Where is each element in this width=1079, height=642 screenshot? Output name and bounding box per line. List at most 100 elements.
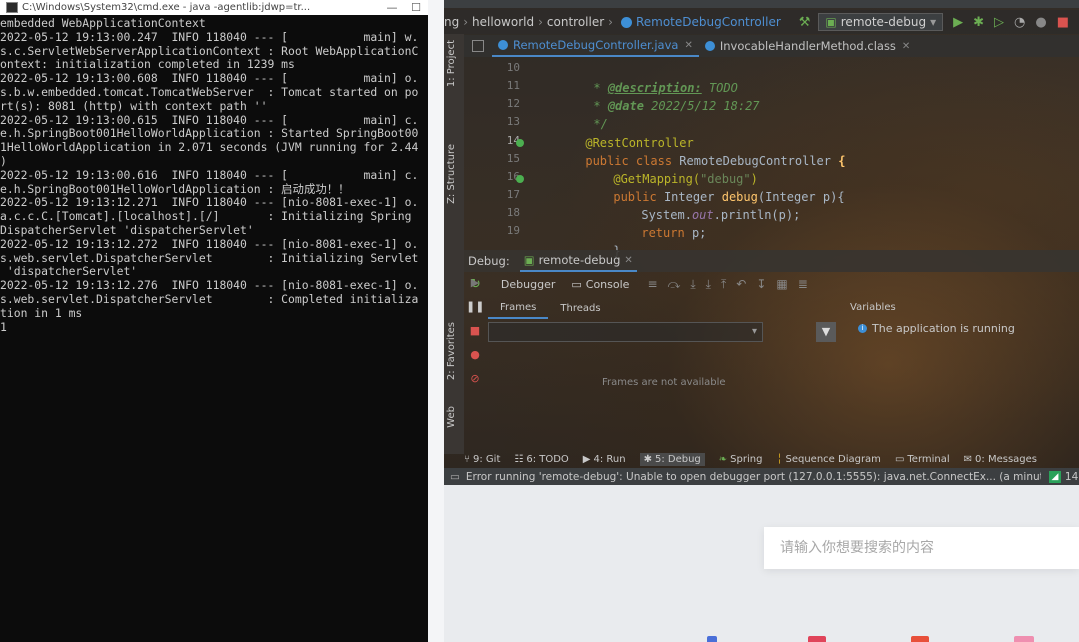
code-line: public Integer debug(Integer p){ bbox=[613, 190, 845, 204]
console-tab-label: Console bbox=[585, 277, 630, 291]
tool-label: Sequence Diagram bbox=[785, 453, 881, 465]
tool-sequence-diagram[interactable]: ╎ Sequence Diagram bbox=[776, 454, 880, 465]
debug-session-tab[interactable]: ▣ remote-debug ✕ bbox=[519, 250, 637, 272]
footer-icon[interactable] bbox=[911, 636, 929, 642]
ide-window[interactable]: ng › helloworld › controller › RemoteDeb… bbox=[444, 0, 1079, 485]
status-message[interactable]: Error running 'remote-debug': Unable to … bbox=[466, 471, 1041, 483]
line-number: 19 bbox=[506, 224, 520, 237]
step-out-icon[interactable]: ⤒ bbox=[721, 277, 726, 292]
tool-spring[interactable]: ❧ Spring bbox=[719, 454, 763, 465]
console-line: 1 bbox=[0, 319, 7, 334]
breadcrumb-item[interactable]: controller bbox=[547, 15, 604, 29]
close-icon[interactable]: ✕ bbox=[684, 40, 692, 51]
tab-label: RemoteDebugController.java bbox=[513, 38, 679, 52]
search-input[interactable] bbox=[778, 539, 1072, 557]
console-line: e.h.SpringBoot001HelloWorldApplication :… bbox=[0, 181, 350, 196]
tab-frames[interactable]: Frames bbox=[488, 297, 549, 319]
left-tool-strip: 1: Project Z: Structure 2: Favorites Web bbox=[444, 34, 464, 454]
console-line: 2022-05-12 19:13:12.276 INFO 118040 --- … bbox=[0, 278, 419, 293]
tool-git[interactable]: ⑂ 9: Git bbox=[464, 454, 500, 465]
bean-icon[interactable] bbox=[516, 139, 524, 147]
build-hammer-icon[interactable]: ⚒ bbox=[799, 15, 811, 30]
footer-icon[interactable] bbox=[707, 636, 717, 642]
chevron-down-icon: ▾ bbox=[930, 15, 937, 29]
run-icon[interactable]: ▶ bbox=[953, 15, 963, 30]
resume-icon[interactable]: ▶ bbox=[466, 276, 484, 300]
tab-remotedebugcontroller[interactable]: RemoteDebugController.java ✕ bbox=[492, 35, 699, 57]
side-tab-structure[interactable]: Z: Structure bbox=[446, 144, 457, 204]
tab-debugger[interactable]: Debugger bbox=[493, 278, 563, 291]
trace-icon[interactable]: ≣ bbox=[798, 277, 808, 291]
thread-select[interactable]: ▾ bbox=[488, 322, 763, 342]
step-over-icon[interactable]: ⤼ bbox=[668, 277, 681, 292]
todo-icon: ☷ bbox=[514, 453, 524, 465]
chevron-right-icon: › bbox=[463, 15, 469, 29]
tool-debug[interactable]: ✱ 5: Debug bbox=[639, 452, 705, 466]
show-execution-point-icon[interactable]: ≡ bbox=[647, 277, 657, 291]
line-number: 17 bbox=[506, 188, 520, 201]
view-breakpoints-icon[interactable]: ● bbox=[466, 348, 484, 372]
code-line: public class RemoteDebugController { bbox=[585, 154, 846, 168]
status-toggle-icon[interactable]: ▭ bbox=[450, 471, 460, 483]
console-line: 2022-05-12 19:13:00.615 INFO 118040 --- … bbox=[0, 112, 419, 127]
side-tab-favorites[interactable]: 2: Favorites bbox=[446, 322, 457, 380]
breadcrumb-item[interactable]: RemoteDebugController bbox=[636, 15, 781, 29]
git-icon: ⑂ bbox=[464, 453, 470, 465]
minimize-icon[interactable]: — bbox=[380, 1, 404, 14]
run-to-cursor-icon[interactable]: ↧ bbox=[756, 277, 766, 291]
step-into-icon[interactable]: ⤓ bbox=[690, 277, 695, 292]
class-icon bbox=[704, 41, 715, 51]
mute-breakpoints-icon[interactable]: ⊘ bbox=[466, 372, 484, 396]
debug-label: Debug: bbox=[468, 254, 510, 268]
search-box bbox=[764, 527, 1079, 569]
chevron-right-icon: › bbox=[538, 15, 543, 29]
tab-list-icon[interactable] bbox=[472, 40, 484, 52]
editor-gutter[interactable]: 10 11 12 13 14 15 16 17 18 19 bbox=[464, 57, 540, 250]
tab-threads[interactable]: Threads bbox=[548, 297, 612, 319]
endpoint-icon[interactable] bbox=[516, 175, 524, 183]
code-line: @GetMapping("debug") bbox=[613, 172, 758, 186]
attach-icon[interactable]: ● bbox=[1035, 15, 1046, 30]
code-editor[interactable]: * @description: TODO * @date 2022/5/12 1… bbox=[542, 57, 1079, 258]
filter-icon[interactable]: ▼ bbox=[816, 322, 836, 342]
cmd-titlebar[interactable]: C:\Windows\System32\cmd.exe - java -agen… bbox=[0, 0, 428, 15]
close-icon[interactable]: ✕ bbox=[624, 255, 632, 266]
footer-icon[interactable] bbox=[808, 636, 826, 642]
stop-icon[interactable]: ■ bbox=[466, 324, 484, 348]
tool-terminal[interactable]: ▭ Terminal bbox=[895, 454, 950, 465]
evaluate-icon[interactable]: ▦ bbox=[776, 277, 787, 291]
breadcrumb-item[interactable]: helloworld bbox=[472, 15, 534, 29]
console-line: 2022-05-12 19:13:00.608 INFO 118040 --- … bbox=[0, 71, 419, 86]
tool-run[interactable]: ▶ 4: Run bbox=[583, 454, 626, 465]
tab-console[interactable]: ▭ Console bbox=[563, 278, 637, 291]
breadcrumb-item[interactable]: ng bbox=[444, 15, 459, 29]
maximize-icon[interactable]: ☐ bbox=[404, 1, 428, 14]
tool-messages[interactable]: ✉ 0: Messages bbox=[964, 454, 1037, 465]
tab-invocablehandlermethod[interactable]: InvocableHandlerMethod.class ✕ bbox=[699, 35, 916, 57]
run-config-select[interactable]: ▣ remote-debug ▾ bbox=[818, 13, 944, 31]
tool-label: 9: Git bbox=[473, 453, 501, 465]
console-output[interactable]: embedded WebApplicationContext 2022-05-12… bbox=[0, 16, 428, 334]
profile-icon[interactable]: ◔ bbox=[1014, 15, 1025, 30]
side-tab-web[interactable]: Web bbox=[446, 406, 457, 428]
stop-icon[interactable]: ■ bbox=[1057, 15, 1069, 30]
console-line: 2022-05-12 19:13:00.616 INFO 118040 --- … bbox=[0, 167, 419, 182]
footer-icon[interactable] bbox=[1014, 636, 1034, 642]
menu-bar[interactable] bbox=[444, 0, 1079, 8]
event-log-icon[interactable]: ◢ bbox=[1048, 470, 1061, 483]
console-line: embedded WebApplicationContext bbox=[0, 16, 206, 30]
cmd-window[interactable]: C:\Windows\System32\cmd.exe - java -agen… bbox=[0, 0, 428, 642]
close-icon[interactable]: ✕ bbox=[902, 41, 910, 52]
debug-bug-icon[interactable]: ✱ bbox=[973, 15, 984, 30]
pause-icon[interactable]: ❚❚ bbox=[466, 300, 484, 324]
console-line: ) bbox=[0, 153, 7, 168]
console-line: 2022-05-12 19:13:12.272 INFO 118040 --- … bbox=[0, 236, 419, 251]
side-tab-project[interactable]: 1: Project bbox=[446, 40, 457, 87]
console-line: e.h.SpringBoot001HelloWorldApplication :… bbox=[0, 126, 419, 141]
force-step-into-icon[interactable]: ⤓ bbox=[706, 277, 711, 292]
code-line: * @description: TODO bbox=[593, 81, 738, 95]
coverage-icon[interactable]: ▷ bbox=[994, 15, 1004, 30]
drop-frame-icon[interactable]: ↶ bbox=[736, 277, 746, 291]
tool-todo[interactable]: ☷ 6: TODO bbox=[514, 454, 568, 465]
console-line: tion in 1 ms bbox=[0, 305, 83, 320]
